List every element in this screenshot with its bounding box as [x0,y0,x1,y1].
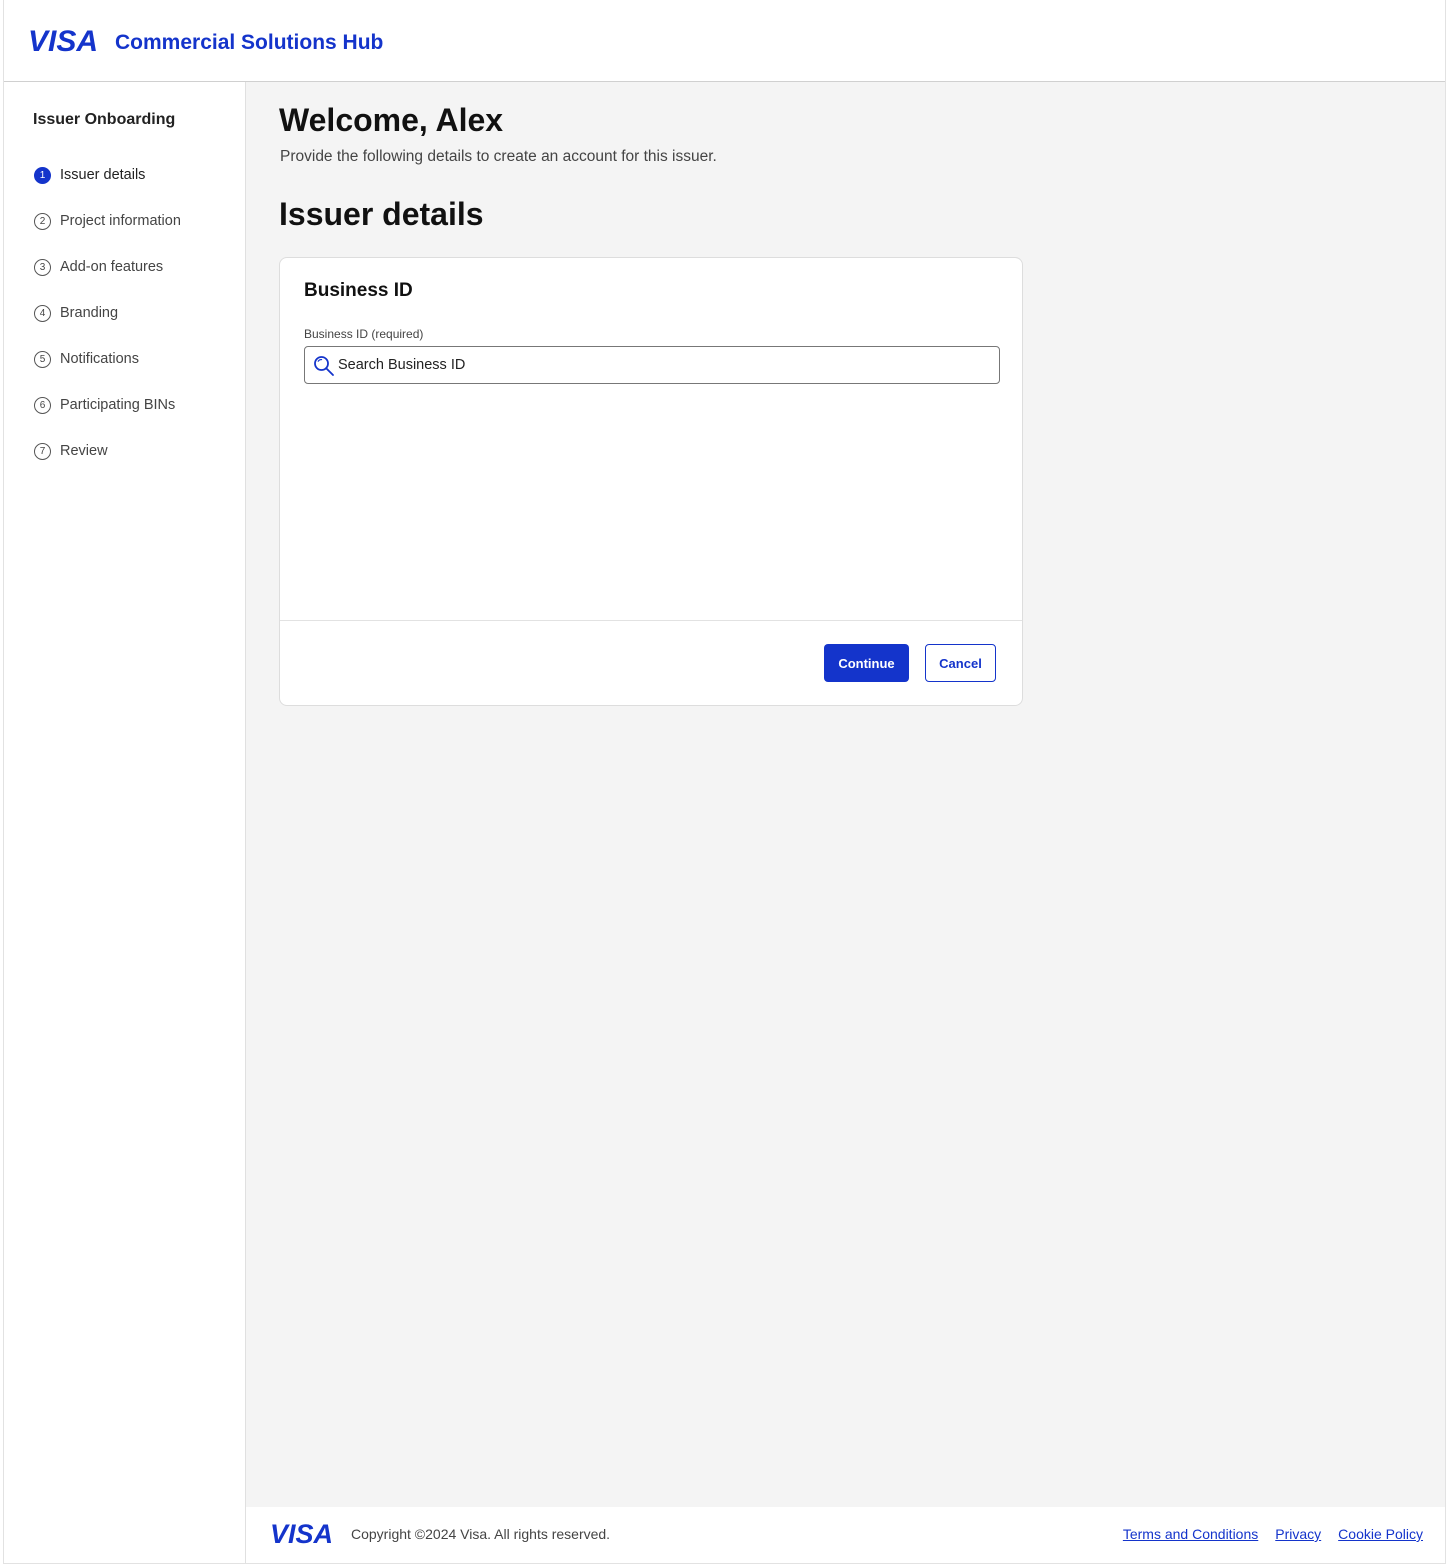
step-number-icon: 2 [34,213,51,230]
sidebar-item-review[interactable]: 7 Review [34,441,181,487]
footer-links: Terms and Conditions Privacy Cookie Poli… [1123,1526,1423,1542]
business-id-search-field[interactable] [304,346,1000,384]
sidebar: Issuer Onboarding 1 Issuer details 2 Pro… [4,82,246,1563]
copyright-text: Copyright ©2024 Visa. All rights reserve… [351,1526,611,1542]
search-icon [314,356,334,376]
business-id-card: Business ID Business ID (required) Conti… [279,257,1023,706]
sidebar-item-notifications[interactable]: 5 Notifications [34,349,181,395]
app-frame: VISA Commercial Solutions Hub Issuer Onb… [3,0,1446,1564]
step-number-icon: 4 [34,305,51,322]
step-number-icon: 7 [34,443,51,460]
card-divider [280,620,1022,621]
app-title[interactable]: Commercial Solutions Hub [115,30,383,56]
step-list: 1 Issuer details 2 Project information 3… [34,165,181,487]
step-number-icon: 1 [34,167,51,184]
visa-logo[interactable]: VISA [28,26,98,58]
sidebar-item-add-on-features[interactable]: 3 Add-on features [34,257,181,303]
footer-visa-logo: VISA [270,1519,334,1549]
step-number-icon: 3 [34,259,51,276]
privacy-link[interactable]: Privacy [1275,1526,1321,1542]
cookie-policy-link[interactable]: Cookie Policy [1338,1526,1423,1542]
step-label: Issuer details [60,167,146,183]
top-header: VISA Commercial Solutions Hub [4,0,1445,82]
continue-button[interactable]: Continue [824,644,909,682]
footer: VISA Copyright ©2024 Visa. All rights re… [246,1507,1445,1563]
step-label: Review [60,443,108,459]
welcome-heading: Welcome, Alex [279,102,504,138]
page-subtitle: Provide the following details to create … [280,148,717,165]
sidebar-item-issuer-details[interactable]: 1 Issuer details [34,165,181,211]
step-label: Participating BINs [60,397,176,413]
step-label: Project information [60,213,181,229]
section-title: Issuer details [279,196,484,232]
step-number-icon: 6 [34,397,51,414]
step-number-icon: 5 [34,351,51,368]
sidebar-title: Issuer Onboarding [33,111,176,128]
step-label: Branding [60,305,119,321]
business-id-label: Business ID (required) [304,327,424,341]
business-id-search-input[interactable] [338,347,988,383]
card-title: Business ID [304,280,413,301]
sidebar-item-branding[interactable]: 4 Branding [34,303,181,349]
terms-and-conditions-link[interactable]: Terms and Conditions [1123,1526,1258,1542]
step-label: Notifications [60,351,139,367]
step-label: Add-on features [60,259,164,275]
sidebar-item-project-information[interactable]: 2 Project information [34,211,181,257]
cancel-button[interactable]: Cancel [925,644,996,682]
sidebar-item-participating-bins[interactable]: 6 Participating BINs [34,395,181,441]
